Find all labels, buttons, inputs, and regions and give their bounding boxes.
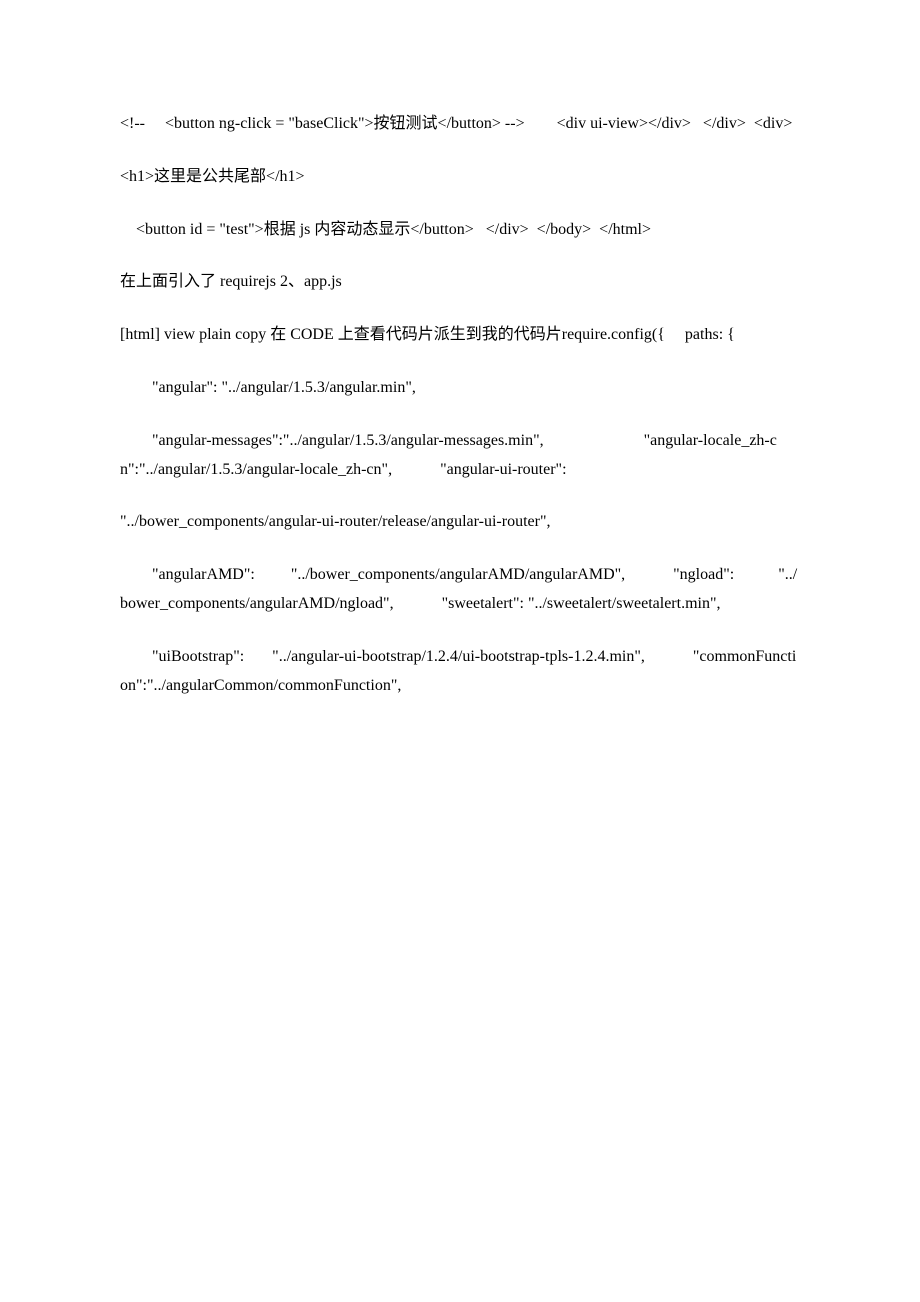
paragraph: "../bower_components/angular-ui-router/r… <box>120 508 800 537</box>
paragraph: "angular": "../angular/1.5.3/angular.min… <box>120 374 800 403</box>
document-page: <!-- <button ng-click = "baseClick">按钮测试… <box>0 0 920 784</box>
paragraph: <button id = "test">根据 js 内容动态显示</button… <box>120 216 800 245</box>
paragraph: "angular-messages":"../angular/1.5.3/ang… <box>120 427 800 485</box>
paragraph: [html] view plain copy 在 CODE 上查看代码片派生到我… <box>120 321 800 350</box>
paragraph: "uiBootstrap": "../angular-ui-bootstrap/… <box>120 643 800 701</box>
paragraph: <h1>这里是公共尾部</h1> <box>120 163 800 192</box>
paragraph: 在上面引入了 requirejs 2、app.js <box>120 268 800 297</box>
paragraph: "angularAMD": "../bower_components/angul… <box>120 561 800 619</box>
paragraph: <!-- <button ng-click = "baseClick">按钮测试… <box>120 110 800 139</box>
